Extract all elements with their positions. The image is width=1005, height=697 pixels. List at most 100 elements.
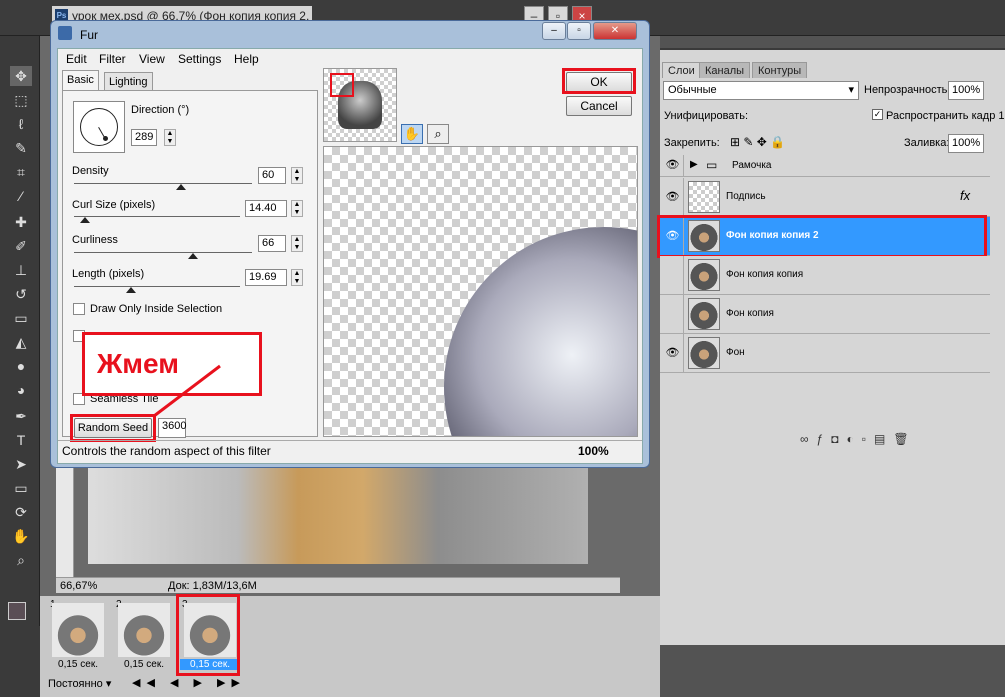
frame-delay[interactable]: 0,15 сек. xyxy=(114,659,174,670)
length-spinner[interactable]: ▲ ▼ xyxy=(291,269,303,286)
layer-action-icons[interactable]: ∞ƒ◘◐▫▤🗑 xyxy=(800,432,917,446)
tools-bottom xyxy=(0,626,40,697)
fx-icon[interactable]: fx xyxy=(960,188,970,203)
3d-tool-icon[interactable]: ⟳ xyxy=(10,502,32,522)
tab-channels[interactable]: Каналы xyxy=(699,62,751,78)
layer-row[interactable]: Фон копия копия xyxy=(660,256,990,295)
curliness-spinner[interactable]: ▲ ▼ xyxy=(291,235,303,252)
animation-frame[interactable]: 1 0,15 сек. xyxy=(48,599,108,675)
direction-label: Direction (°) xyxy=(131,104,190,116)
brush-tool-icon[interactable]: ✐ xyxy=(10,236,32,256)
fill-label: Заливка: xyxy=(904,137,950,149)
loop-value: Постоянно xyxy=(48,678,103,690)
layer-name: Фон xyxy=(726,347,745,358)
curliness-slider-thumb[interactable] xyxy=(188,253,198,259)
pen-tool-icon[interactable]: ✒ xyxy=(10,406,32,426)
animation-frame[interactable]: 2 0,15 сек. xyxy=(114,599,174,675)
curl-size-slider-thumb[interactable] xyxy=(80,217,90,223)
frame-thumbnail xyxy=(52,603,104,657)
vertical-ruler xyxy=(56,468,74,578)
fill-input[interactable]: 100% xyxy=(948,134,984,153)
bucket-tool-icon[interactable]: ◭ xyxy=(10,332,32,352)
direction-dial[interactable] xyxy=(73,101,125,153)
layer-row-caption[interactable]: 👁 Подпись fx xyxy=(660,178,990,217)
menu-edit[interactable]: Edit xyxy=(66,52,87,66)
tab-lighting[interactable]: Lighting xyxy=(104,72,153,90)
expand-arrow-icon[interactable]: ▶ xyxy=(690,159,698,170)
lasso-tool-icon[interactable]: ℓ xyxy=(10,114,32,134)
density-track xyxy=(74,183,252,184)
foreground-color-swatch[interactable] xyxy=(8,602,26,620)
hand-tool-icon[interactable]: ✋ xyxy=(401,124,423,144)
dialog-minimize-button[interactable]: – xyxy=(542,22,566,40)
eraser-tool-icon[interactable]: ▭ xyxy=(10,308,32,328)
menu-filter[interactable]: Filter xyxy=(99,52,126,66)
dodge-tool-icon[interactable]: ◕ xyxy=(10,380,32,400)
menu-view[interactable]: View xyxy=(139,52,165,66)
draw-only-checkbox[interactable] xyxy=(73,303,85,315)
zoom-level[interactable]: 66,67% xyxy=(60,578,97,594)
crop-tool-icon[interactable]: ⌗ xyxy=(10,162,32,182)
layer-thumbnail xyxy=(688,259,720,291)
type-tool-icon[interactable]: T xyxy=(10,430,32,450)
curl-size-input[interactable]: 14.40 xyxy=(245,200,287,217)
random-seed-input[interactable]: 3600 xyxy=(158,418,186,438)
move-tool-icon[interactable]: ✥ xyxy=(10,66,32,86)
path-select-tool-icon[interactable]: ➤ xyxy=(10,454,32,474)
eye-icon[interactable]: 👁 xyxy=(662,155,684,176)
density-spinner[interactable]: ▲ ▼ xyxy=(291,167,303,184)
length-input[interactable]: 19.69 xyxy=(245,269,287,286)
curl-size-spinner[interactable]: ▲ ▼ xyxy=(291,200,303,217)
fur-preview[interactable] xyxy=(323,146,638,437)
tab-layers[interactable]: Слои xyxy=(662,62,701,78)
hidden-eye-slot[interactable] xyxy=(662,295,684,333)
healing-tool-icon[interactable]: ✚ xyxy=(10,212,32,232)
lock-icons[interactable]: ⊞ ✎ ✥ 🔒 xyxy=(730,135,785,149)
folder-icon: ▭ xyxy=(706,158,718,172)
stamp-tool-icon[interactable]: ⊥ xyxy=(10,260,32,280)
menu-settings[interactable]: Settings xyxy=(178,52,221,66)
tab-paths[interactable]: Контуры xyxy=(752,62,808,78)
density-slider-thumb[interactable] xyxy=(176,184,186,190)
highlight-selected-frame xyxy=(176,594,240,676)
frame-delay[interactable]: 0,15 сек. xyxy=(48,659,108,670)
direction-spinner[interactable]: ▲ ▼ xyxy=(164,129,176,146)
loop-select[interactable]: Постоянно ▾ xyxy=(44,676,124,692)
menu-help[interactable]: Help xyxy=(234,52,259,66)
length-slider-thumb[interactable] xyxy=(126,287,136,293)
curliness-label: Curliness xyxy=(72,234,118,246)
highlight-selected-layer xyxy=(657,215,987,258)
playback-controls[interactable]: ◀◀ ◀ ▶ ▶▶ xyxy=(132,676,246,689)
navigator-preview[interactable] xyxy=(323,68,397,142)
curl-size-track xyxy=(74,216,240,217)
history-brush-tool-icon[interactable]: ↺ xyxy=(10,284,32,304)
zoom-tool-icon[interactable]: ⌕ xyxy=(427,124,449,144)
zoom-tool-icon[interactable]: ⌕ xyxy=(10,550,32,570)
opacity-input[interactable]: 100% xyxy=(948,81,984,100)
layer-thumbnail xyxy=(688,337,720,369)
blend-mode-select[interactable]: Обычные ▾ xyxy=(663,81,859,100)
hand-tool-icon[interactable]: ✋ xyxy=(10,526,32,546)
direction-input[interactable]: 289 xyxy=(131,129,157,146)
dialog-close-button[interactable]: ✕ xyxy=(593,22,637,40)
quick-select-tool-icon[interactable]: ✎ xyxy=(10,138,32,158)
layer-row-frame-group[interactable]: 👁 ▶ ▭ Рамочка xyxy=(660,155,990,177)
density-input[interactable]: 60 xyxy=(258,167,286,184)
eyedropper-tool-icon[interactable]: ⁄ xyxy=(10,186,32,206)
layer-row[interactable]: Фон копия xyxy=(660,295,990,334)
cancel-button[interactable]: Cancel xyxy=(566,96,632,116)
tab-basic[interactable]: Basic xyxy=(62,70,99,90)
curliness-input[interactable]: 66 xyxy=(258,235,286,252)
marquee-tool-icon[interactable]: ⬚ xyxy=(10,90,32,110)
propagate-checkbox[interactable]: ✓ xyxy=(872,109,883,120)
eye-icon[interactable]: 👁 xyxy=(662,334,684,372)
eye-icon[interactable]: 👁 xyxy=(662,178,684,216)
layer-row-background[interactable]: 👁 Фон xyxy=(660,334,990,373)
shape-tool-icon[interactable]: ▭ xyxy=(10,478,32,498)
highlight-ok xyxy=(562,68,636,94)
hidden-eye-slot[interactable] xyxy=(662,256,684,294)
draw-only-label: Draw Only Inside Selection xyxy=(90,303,223,315)
blur-tool-icon[interactable]: ● xyxy=(10,356,32,376)
dialog-maximize-button[interactable]: ▫ xyxy=(567,22,591,40)
chevron-down-icon: ▾ xyxy=(848,84,854,96)
